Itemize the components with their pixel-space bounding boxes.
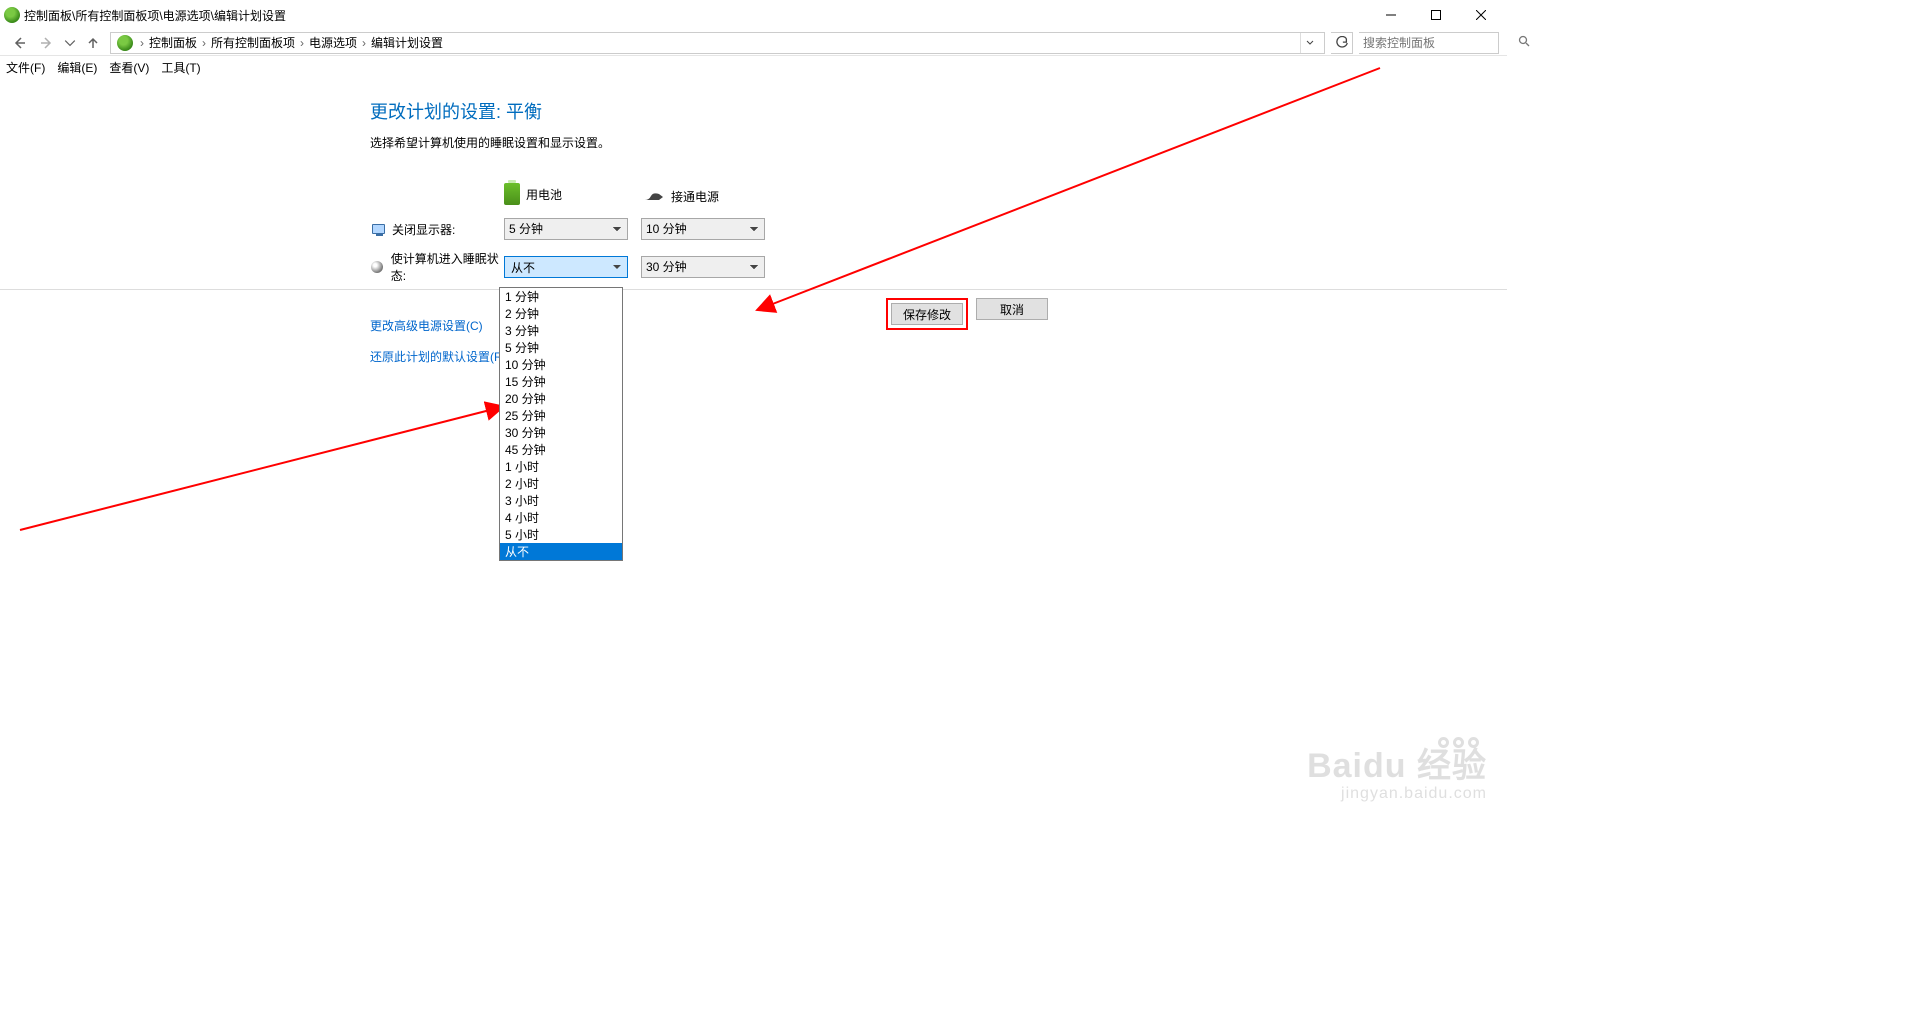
sleep-battery-value: 从不: [511, 259, 535, 276]
page-title: 更改计划的设置: 平衡: [370, 98, 1487, 124]
search-icon: [1518, 35, 1530, 50]
sleep-battery-select[interactable]: 从不: [504, 256, 628, 278]
column-battery-label: 用电池: [526, 186, 562, 203]
dropdown-option[interactable]: 20 分钟: [500, 390, 622, 407]
chevron-right-icon: ›: [300, 36, 304, 50]
dropdown-option[interactable]: 5 小时: [500, 526, 622, 543]
search-field[interactable]: [1363, 36, 1518, 50]
back-button[interactable]: [8, 32, 30, 54]
menu-bar: 文件(F) 编辑(E) 查看(V) 工具(T): [0, 56, 1507, 78]
row-display-label: 关闭显示器:: [392, 221, 455, 238]
chevron-right-icon: ›: [140, 36, 144, 50]
dropdown-option[interactable]: 25 分钟: [500, 407, 622, 424]
menu-edit[interactable]: 编辑(E): [57, 59, 97, 76]
dropdown-option[interactable]: 30 分钟: [500, 424, 622, 441]
dropdown-option[interactable]: 3 小时: [500, 492, 622, 509]
menu-tools[interactable]: 工具(T): [161, 59, 200, 76]
row-display-off: 关闭显示器: 5 分钟 10 分钟: [370, 215, 1487, 243]
search-input[interactable]: [1359, 32, 1499, 54]
breadcrumb-item[interactable]: 所有控制面板项: [211, 34, 295, 51]
menu-file[interactable]: 文件(F): [6, 59, 45, 76]
chevron-down-icon: [613, 265, 621, 269]
column-plugged-label: 接通电源: [671, 188, 719, 205]
row-sleep-label: 使计算机进入睡眠状态:: [391, 250, 504, 284]
display-off-plugged-select[interactable]: 10 分钟: [641, 218, 765, 240]
location-breadcrumbs[interactable]: › 控制面板 › 所有控制面板项 › 电源选项 › 编辑计划设置: [110, 32, 1325, 54]
footer-separator: [0, 289, 1507, 290]
dropdown-option[interactable]: 15 分钟: [500, 373, 622, 390]
dropdown-option[interactable]: 1 小时: [500, 458, 622, 475]
chevron-right-icon: ›: [362, 36, 366, 50]
page-subtext: 选择希望计算机使用的睡眠设置和显示设置。: [370, 134, 1487, 151]
power-plan-icon: [4, 7, 20, 23]
moon-icon: [370, 259, 385, 275]
column-battery: 用电池: [504, 183, 630, 205]
dropdown-option[interactable]: 5 分钟: [500, 339, 622, 356]
breadcrumb-item[interactable]: 电源选项: [309, 34, 357, 51]
dropdown-option[interactable]: 10 分钟: [500, 356, 622, 373]
dropdown-option[interactable]: 从不: [500, 543, 622, 560]
refresh-button[interactable]: [1331, 32, 1353, 54]
settings-grid: 用电池 接通电源 关闭显示器: 5 分钟 10 分钟: [370, 167, 1487, 281]
nav-toolbar: › 控制面板 › 所有控制面板项 › 电源选项 › 编辑计划设置: [0, 30, 1507, 56]
battery-icon: [504, 183, 520, 205]
titlebar: 控制面板\所有控制面板项\电源选项\编辑计划设置: [0, 0, 1507, 30]
plug-icon: [643, 192, 665, 202]
dropdown-option[interactable]: 2 小时: [500, 475, 622, 492]
footer-buttons: 保存修改 取消: [886, 298, 1048, 330]
forward-button[interactable]: [36, 32, 58, 54]
window-title: 控制面板\所有控制面板项\电源选项\编辑计划设置: [24, 7, 1368, 24]
sleep-plugged-select[interactable]: 30 分钟: [641, 256, 765, 278]
save-button[interactable]: 保存修改: [891, 303, 963, 325]
dropdown-option[interactable]: 1 分钟: [500, 288, 622, 305]
breadcrumb-item[interactable]: 编辑计划设置: [371, 34, 443, 51]
location-dropdown-toggle[interactable]: [1300, 33, 1318, 53]
maximize-button[interactable]: [1413, 1, 1458, 29]
location-icon: [117, 35, 133, 51]
close-button[interactable]: [1458, 1, 1503, 29]
content-area: 更改计划的设置: 平衡 选择希望计算机使用的睡眠设置和显示设置。 用电池 接通电…: [0, 78, 1507, 813]
menu-view[interactable]: 查看(V): [109, 59, 149, 76]
sleep-battery-dropdown-popup[interactable]: 1 分钟2 分钟3 分钟5 分钟10 分钟15 分钟20 分钟25 分钟30 分…: [499, 287, 623, 561]
dropdown-option[interactable]: 3 分钟: [500, 322, 622, 339]
column-plugged: 接通电源: [643, 188, 769, 205]
cancel-button[interactable]: 取消: [976, 298, 1048, 320]
dropdown-option[interactable]: 4 小时: [500, 509, 622, 526]
row-sleep: 使计算机进入睡眠状态: 从不 30 分钟: [370, 253, 1487, 281]
minimize-button[interactable]: [1368, 1, 1413, 29]
window-controls: [1368, 1, 1503, 29]
display-off-battery-select[interactable]: 5 分钟: [504, 218, 628, 240]
monitor-icon: [370, 221, 386, 237]
recent-dropdown[interactable]: [64, 32, 76, 54]
dropdown-option[interactable]: 2 分钟: [500, 305, 622, 322]
annotation-highlight-save: 保存修改: [886, 298, 968, 330]
dropdown-option[interactable]: 45 分钟: [500, 441, 622, 458]
column-header-row: 用电池 接通电源: [370, 167, 1487, 205]
up-button[interactable]: [82, 32, 104, 54]
chevron-right-icon: ›: [202, 36, 206, 50]
breadcrumb-item[interactable]: 控制面板: [149, 34, 197, 51]
